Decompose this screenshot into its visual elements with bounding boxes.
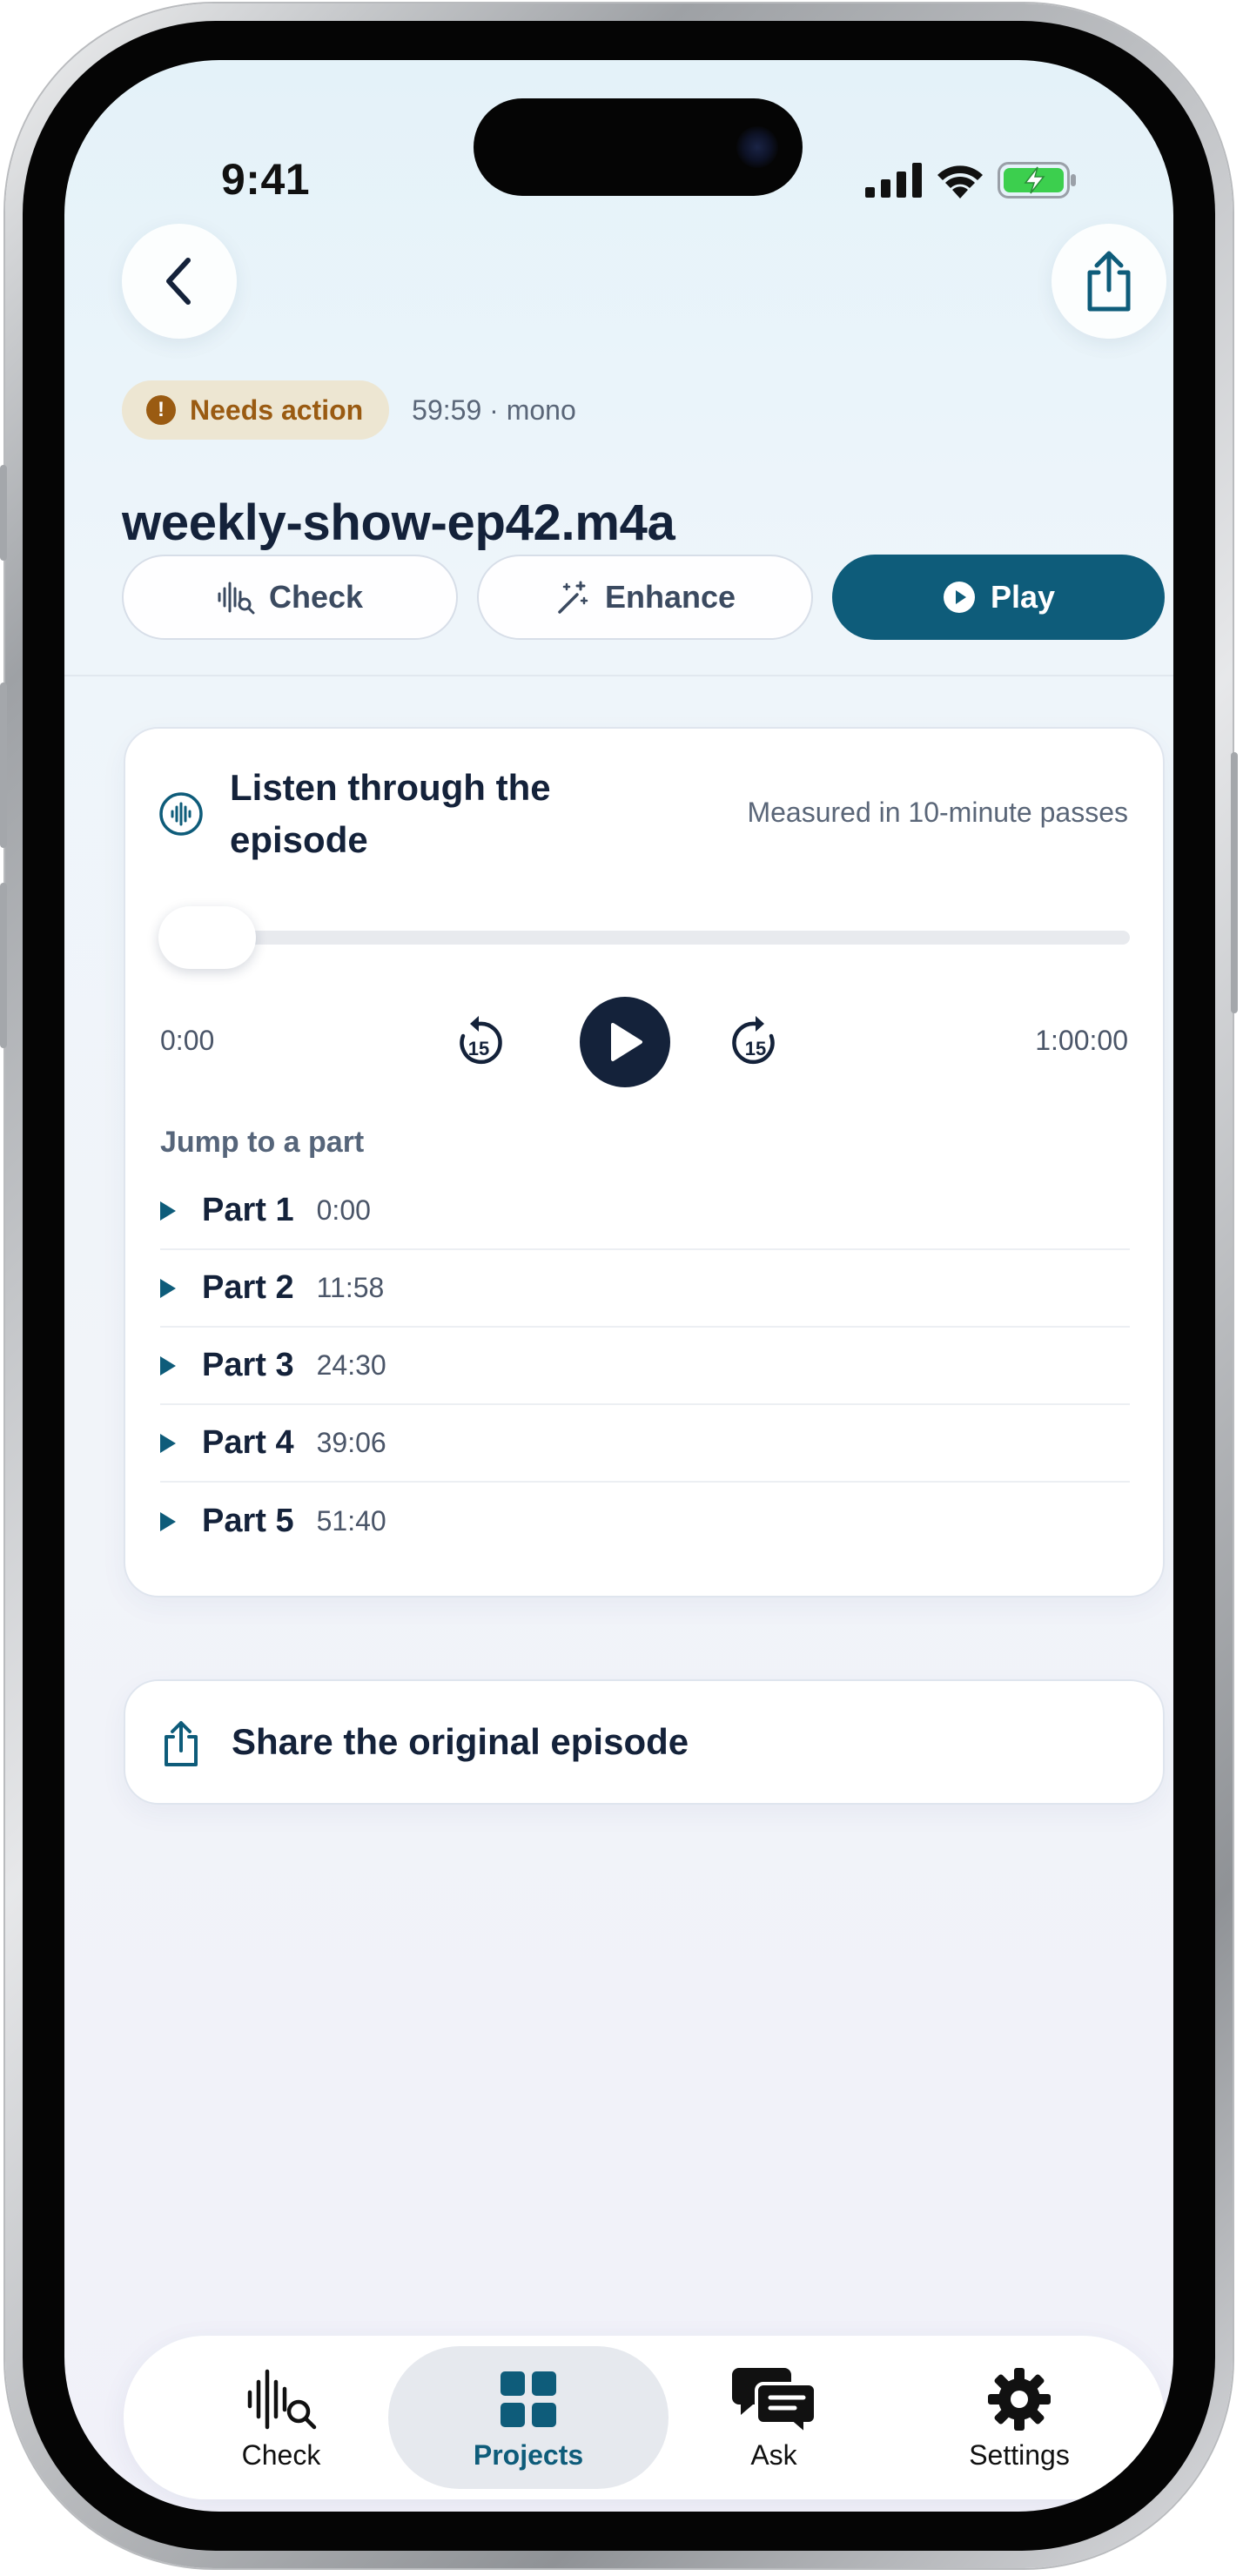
skip-forward-button[interactable]: 15 [726, 1011, 785, 1073]
tab-projects-label: Projects [473, 2438, 584, 2471]
check-button-label: Check [268, 579, 364, 615]
skip-back-button[interactable]: 15 [449, 1011, 508, 1073]
magic-wand-icon [558, 581, 588, 614]
battery-charging-icon [998, 162, 1076, 198]
waveform-search-icon [218, 582, 255, 615]
play-circle-icon [943, 582, 975, 613]
part-time: 39:06 [316, 1427, 386, 1458]
share-icon [1087, 251, 1131, 312]
part-time: 11:58 [316, 1272, 385, 1303]
part-name: Part 2 [202, 1269, 294, 1306]
play-triangle-icon [160, 1278, 176, 1298]
status-icons [865, 162, 1078, 198]
dynamic-island [474, 98, 803, 196]
part-name: Part 5 [202, 1503, 294, 1539]
action-button [0, 465, 7, 561]
tab-check[interactable]: Check [141, 2346, 421, 2489]
bezel: 9:41 ! Needs action 59:59 · mono weekly-… [23, 21, 1215, 2551]
share-button[interactable] [1052, 224, 1166, 339]
play-triangle-icon [160, 1433, 176, 1453]
part-name: Part 3 [202, 1347, 294, 1383]
play-icon [611, 1023, 642, 1061]
tab-bar: Check Projects Ask Settings [124, 2336, 1165, 2499]
enhance-button-label: Enhance [604, 579, 736, 615]
part-row[interactable]: Part 5 51:40 [160, 1483, 1130, 1560]
total-time: 1:00:00 [1035, 1025, 1128, 1056]
part-row[interactable]: Part 1 0:00 [160, 1173, 1130, 1250]
tab-settings-label: Settings [969, 2438, 1070, 2471]
meta-row: ! Needs action 59:59 · mono [122, 380, 576, 440]
part-row[interactable]: Part 2 11:58 [160, 1250, 1130, 1328]
share-original-button[interactable]: Share the original episode [124, 1679, 1165, 1805]
current-time: 0:00 [160, 1025, 215, 1056]
enhance-button[interactable]: Enhance [477, 555, 813, 640]
listen-card: Listen through the episode Measured in 1… [124, 727, 1165, 1597]
check-button[interactable]: Check [122, 555, 458, 640]
skip-back-label: 15 [468, 1038, 489, 1059]
part-time: 24:30 [316, 1349, 386, 1381]
playback-scrubber-handle[interactable] [158, 906, 256, 969]
power-button [1231, 752, 1238, 1013]
tab-ask-label: Ask [750, 2438, 797, 2471]
chevron-left-icon [166, 258, 191, 305]
play-button[interactable]: Play [832, 555, 1165, 640]
parts-list: Part 1 0:00 Part 2 11:58 Part 3 24:30 Pa… [160, 1173, 1130, 1560]
status-time: 9:41 [221, 155, 311, 204]
chat-bubbles-icon [732, 2367, 817, 2434]
tab-ask[interactable]: Ask [634, 2346, 914, 2489]
grid-icon [501, 2371, 556, 2427]
jump-to-part-label: Jump to a part [160, 1126, 365, 1159]
tab-projects[interactable]: Projects [388, 2346, 669, 2489]
part-name: Part 1 [202, 1192, 294, 1228]
wifi-icon [937, 165, 983, 198]
waveform-search-icon [247, 2369, 317, 2429]
tab-settings[interactable]: Settings [879, 2346, 1159, 2489]
back-button[interactable] [122, 224, 237, 339]
play-button-label: Play [990, 579, 1056, 615]
front-camera-icon [736, 126, 778, 168]
exclamation-icon: ! [146, 395, 176, 425]
duration-channels: 59:59 · mono [412, 393, 576, 426]
part-name: Part 4 [202, 1424, 294, 1461]
gear-icon [988, 2367, 1051, 2431]
share-original-label: Share the original episode [232, 1721, 689, 1762]
volume-up-button [0, 683, 7, 848]
status-badge: ! Needs action [122, 380, 390, 440]
play-pause-button[interactable] [580, 997, 670, 1087]
part-time: 0:00 [316, 1194, 371, 1226]
part-row[interactable]: Part 4 39:06 [160, 1405, 1130, 1483]
skip-forward-label: 15 [745, 1038, 766, 1059]
skip-back-15-icon: 15 [460, 1016, 502, 1065]
part-time: 51:40 [316, 1505, 386, 1537]
play-triangle-icon [160, 1511, 176, 1531]
play-triangle-icon [160, 1355, 176, 1375]
skip-forward-15-icon: 15 [732, 1016, 775, 1065]
play-triangle-icon [160, 1201, 176, 1221]
volume-down-button [0, 883, 7, 1048]
screen: 9:41 ! Needs action 59:59 · mono weekly-… [64, 60, 1173, 2512]
status-badge-label: Needs action [190, 393, 364, 426]
listen-card-note: Measured in 10-minute passes [747, 797, 1128, 828]
header-divider [64, 675, 1173, 676]
playback-track[interactable] [160, 931, 1130, 945]
phone-frame: 9:41 ! Needs action 59:59 · mono weekly-… [0, 3, 1238, 2568]
page-title: weekly-show-ep42.m4a [122, 494, 675, 551]
tab-check-label: Check [241, 2438, 321, 2471]
share-icon [165, 1721, 198, 1766]
part-row[interactable]: Part 3 24:30 [160, 1328, 1130, 1405]
listen-card-title: Listen through the episode [230, 767, 551, 860]
cellular-signal-icon [865, 163, 922, 198]
action-row: Check Enhance Play [122, 555, 1165, 640]
audio-wave-circle-icon [159, 792, 203, 836]
